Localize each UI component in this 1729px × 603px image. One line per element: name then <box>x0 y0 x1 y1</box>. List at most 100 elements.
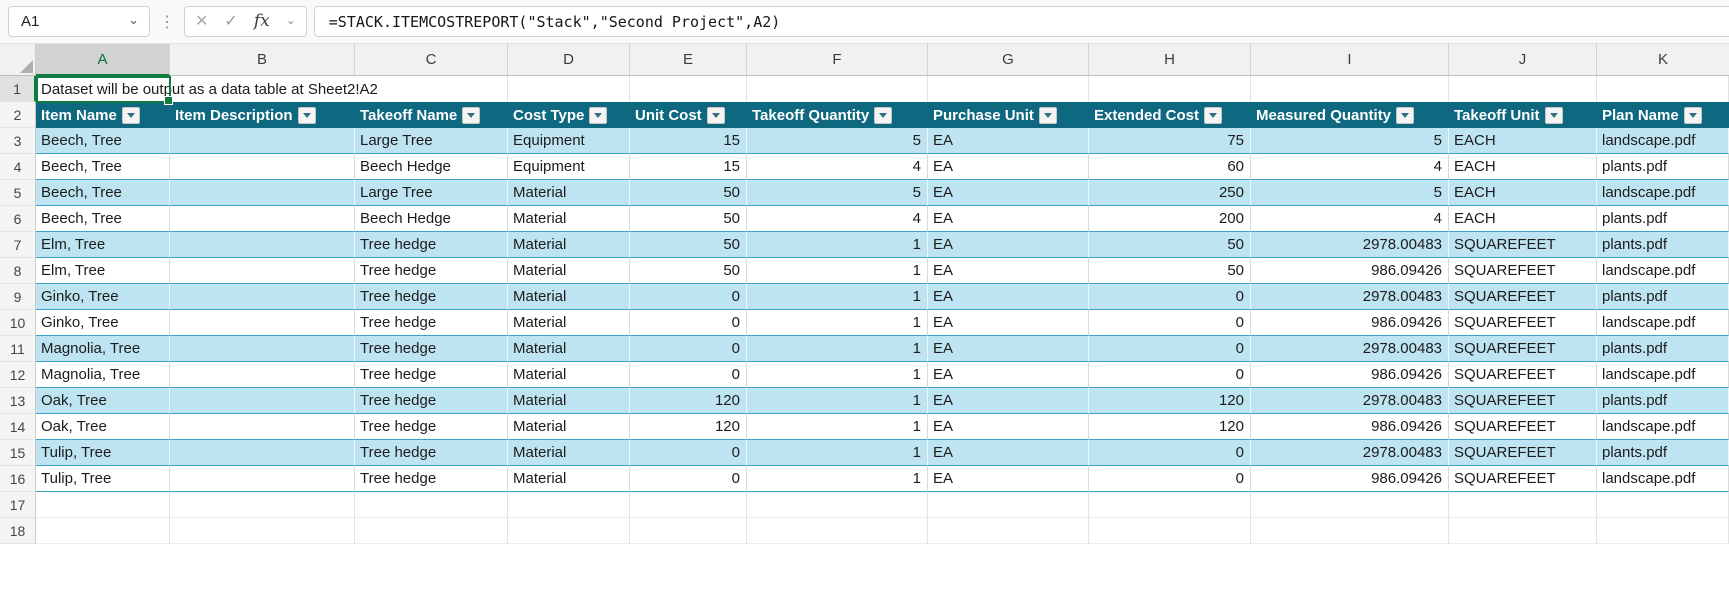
cell-K17[interactable] <box>1597 492 1729 518</box>
cell-A18[interactable] <box>36 518 170 544</box>
cell-D8[interactable]: Material <box>508 258 630 284</box>
cell-F11[interactable]: 1 <box>747 336 928 362</box>
cell-E9[interactable]: 0 <box>630 284 747 310</box>
cell-C10[interactable]: Tree hedge <box>355 310 508 336</box>
cell-B16[interactable] <box>170 466 355 492</box>
cell-J15[interactable]: SQUAREFEET <box>1449 440 1597 466</box>
cell-D11[interactable]: Material <box>508 336 630 362</box>
cell-G10[interactable]: EA <box>928 310 1089 336</box>
cell-C7[interactable]: Tree hedge <box>355 232 508 258</box>
cell-D10[interactable]: Material <box>508 310 630 336</box>
formula-input[interactable]: =STACK.ITEMCOSTREPORT("Stack","Second Pr… <box>313 6 1729 37</box>
cell-C13[interactable]: Tree hedge <box>355 388 508 414</box>
cell-G6[interactable]: EA <box>928 206 1089 232</box>
filter-button-item-description[interactable] <box>297 106 316 124</box>
cell-G7[interactable]: EA <box>928 232 1089 258</box>
cell-E1[interactable] <box>630 76 747 102</box>
cell-B15[interactable] <box>170 440 355 466</box>
cell-D3[interactable]: Equipment <box>508 128 630 154</box>
cell-B9[interactable] <box>170 284 355 310</box>
cell-G18[interactable] <box>928 518 1089 544</box>
cell-A13[interactable]: Oak, Tree <box>36 388 170 414</box>
row-header-10[interactable]: 10 <box>0 310 36 336</box>
cell-A17[interactable] <box>36 492 170 518</box>
cell-A6[interactable]: Beech, Tree <box>36 206 170 232</box>
column-header-K[interactable]: K <box>1597 44 1729 76</box>
column-header-D[interactable]: D <box>508 44 630 76</box>
cell-H10[interactable]: 0 <box>1089 310 1251 336</box>
filter-button-takeoff-unit[interactable] <box>1544 106 1563 124</box>
cell-C12[interactable]: Tree hedge <box>355 362 508 388</box>
cell-A8[interactable]: Elm, Tree <box>36 258 170 284</box>
cell-A16[interactable]: Tulip, Tree <box>36 466 170 492</box>
cell-G8[interactable]: EA <box>928 258 1089 284</box>
cell-K9[interactable]: plants.pdf <box>1597 284 1729 310</box>
cell-G14[interactable]: EA <box>928 414 1089 440</box>
cell-G9[interactable]: EA <box>928 284 1089 310</box>
cell-I3[interactable]: 5 <box>1251 128 1449 154</box>
cell-G3[interactable]: EA <box>928 128 1089 154</box>
cell-J4[interactable]: EACH <box>1449 154 1597 180</box>
chevron-down-icon[interactable]: ⌄ <box>286 13 296 27</box>
cell-B11[interactable] <box>170 336 355 362</box>
cell-B5[interactable] <box>170 180 355 206</box>
row-header-11[interactable]: 11 <box>0 336 36 362</box>
row-header-3[interactable]: 3 <box>0 128 36 154</box>
row-header-17[interactable]: 17 <box>0 492 36 518</box>
cell-D5[interactable]: Material <box>508 180 630 206</box>
cell-B14[interactable] <box>170 414 355 440</box>
cell-A9[interactable]: Ginko, Tree <box>36 284 170 310</box>
cell-J6[interactable]: EACH <box>1449 206 1597 232</box>
cell-E15[interactable]: 0 <box>630 440 747 466</box>
cell-J7[interactable]: SQUAREFEET <box>1449 232 1597 258</box>
cell-K15[interactable]: plants.pdf <box>1597 440 1729 466</box>
row-header-9[interactable]: 9 <box>0 284 36 310</box>
row-header-15[interactable]: 15 <box>0 440 36 466</box>
cell-C5[interactable]: Large Tree <box>355 180 508 206</box>
cell-H1[interactable] <box>1089 76 1251 102</box>
cell-E4[interactable]: 15 <box>630 154 747 180</box>
cell-D4[interactable]: Equipment <box>508 154 630 180</box>
cell-F13[interactable]: 1 <box>747 388 928 414</box>
cell-J18[interactable] <box>1449 518 1597 544</box>
cell-K3[interactable]: landscape.pdf <box>1597 128 1729 154</box>
cell-E3[interactable]: 15 <box>630 128 747 154</box>
name-box[interactable]: A1 ⌄ <box>8 6 150 37</box>
cell-H17[interactable] <box>1089 492 1251 518</box>
cell-A10[interactable]: Ginko, Tree <box>36 310 170 336</box>
cell-A14[interactable]: Oak, Tree <box>36 414 170 440</box>
row-header-2[interactable]: 2 <box>0 102 36 128</box>
cell-G12[interactable]: EA <box>928 362 1089 388</box>
cell-D7[interactable]: Material <box>508 232 630 258</box>
cell-D13[interactable]: Material <box>508 388 630 414</box>
cell-H14[interactable]: 120 <box>1089 414 1251 440</box>
cell-K6[interactable]: plants.pdf <box>1597 206 1729 232</box>
cell-E13[interactable]: 120 <box>630 388 747 414</box>
cell-C16[interactable]: Tree hedge <box>355 466 508 492</box>
cell-E17[interactable] <box>630 492 747 518</box>
column-header-B[interactable]: B <box>170 44 355 76</box>
cell-K7[interactable]: plants.pdf <box>1597 232 1729 258</box>
row-header-6[interactable]: 6 <box>0 206 36 232</box>
cell-E5[interactable]: 50 <box>630 180 747 206</box>
cell-J5[interactable]: EACH <box>1449 180 1597 206</box>
cell-F6[interactable]: 4 <box>747 206 928 232</box>
column-header-G[interactable]: G <box>928 44 1089 76</box>
cell-E10[interactable]: 0 <box>630 310 747 336</box>
cell-B12[interactable] <box>170 362 355 388</box>
cell-E6[interactable]: 50 <box>630 206 747 232</box>
cell-H4[interactable]: 60 <box>1089 154 1251 180</box>
cell-H5[interactable]: 250 <box>1089 180 1251 206</box>
cell-J14[interactable]: SQUAREFEET <box>1449 414 1597 440</box>
cell-I15[interactable]: 2978.00483 <box>1251 440 1449 466</box>
cell-A1[interactable]: Dataset will be output as a data table a… <box>36 76 378 102</box>
filter-button-cost-type[interactable] <box>589 106 608 124</box>
filter-button-plan-name[interactable] <box>1683 106 1702 124</box>
cell-I9[interactable]: 2978.00483 <box>1251 284 1449 310</box>
cell-H11[interactable]: 0 <box>1089 336 1251 362</box>
row-header-18[interactable]: 18 <box>0 518 36 544</box>
cell-I5[interactable]: 5 <box>1251 180 1449 206</box>
column-header-I[interactable]: I <box>1251 44 1449 76</box>
cell-C15[interactable]: Tree hedge <box>355 440 508 466</box>
cell-I16[interactable]: 986.09426 <box>1251 466 1449 492</box>
